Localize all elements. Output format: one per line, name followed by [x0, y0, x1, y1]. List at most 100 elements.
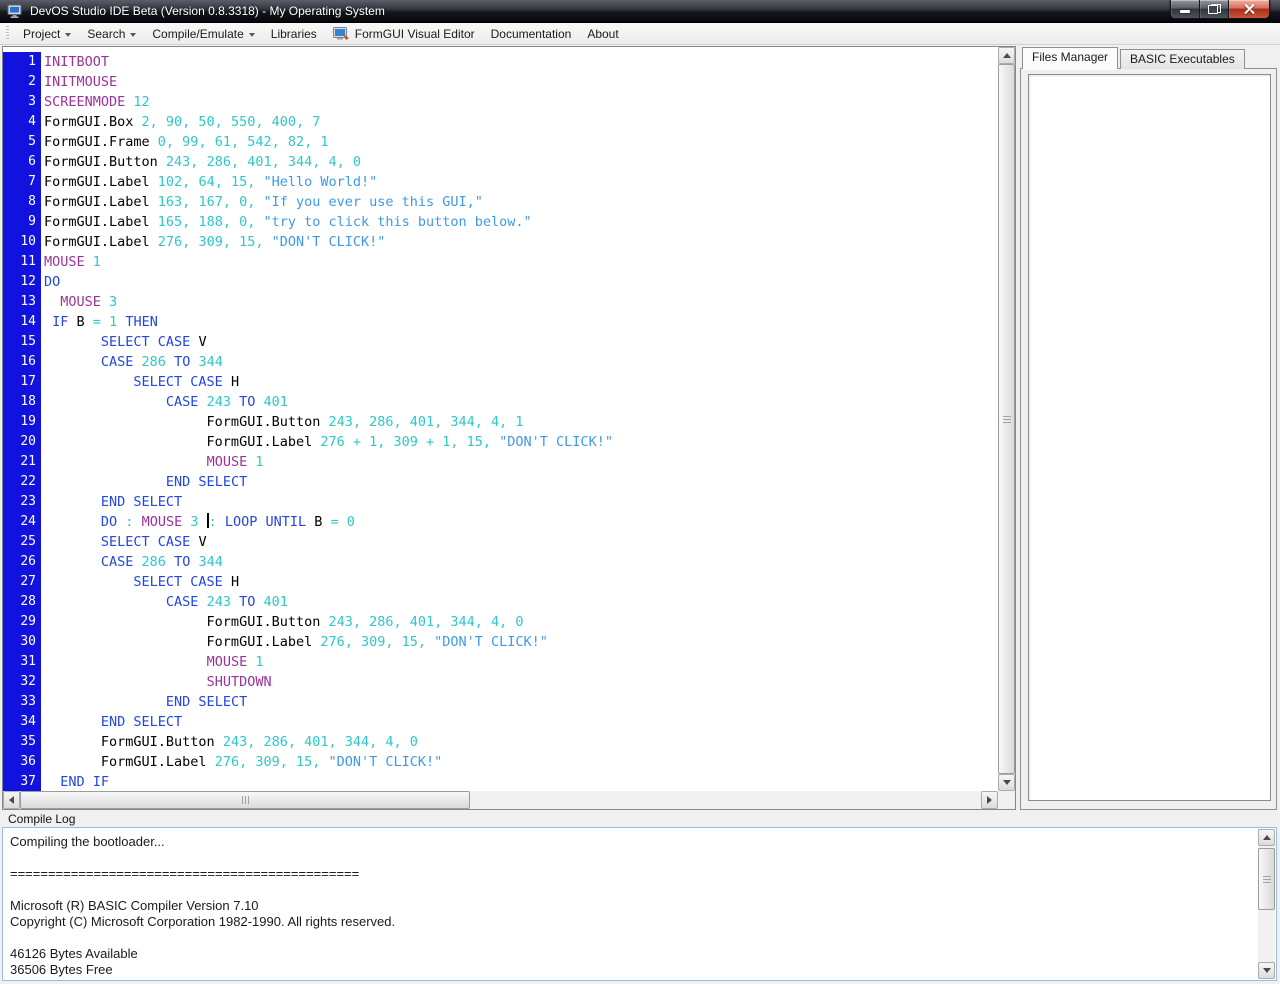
scroll-down-button[interactable]	[998, 774, 1015, 791]
scroll-left-button[interactable]	[3, 791, 20, 809]
code-text: FormGUI.Button 243, 286, 401, 344, 4, 0	[44, 734, 418, 750]
arrow-up-icon	[1262, 835, 1271, 840]
horizontal-scroll-thumb[interactable]	[20, 791, 470, 809]
code-line[interactable]: 11 MOUSE 1	[3, 252, 998, 272]
code-line[interactable]: 9 FormGUI.Label 165, 188, 0, "try to clic…	[3, 212, 998, 232]
code-line[interactable]: 35 FormGUI.Button 243, 286, 401, 344, 4,…	[3, 732, 998, 752]
line-number: 6	[3, 152, 41, 172]
tab-files-manager[interactable]: Files Manager	[1022, 47, 1119, 69]
menu-item-documentation[interactable]: Documentation	[483, 23, 580, 45]
compile-log-text: Compiling the bootloader... ============…	[10, 834, 396, 977]
files-manager-panel	[1020, 68, 1277, 810]
code-text: DO	[44, 274, 61, 290]
thumb-grip	[1262, 875, 1271, 877]
code-line[interactable]: 7 FormGUI.Label 102, 64, 15, "Hello World…	[3, 172, 998, 192]
code-line[interactable]: 30 FormGUI.Label 276, 309, 15, "DON'T CL…	[3, 632, 998, 652]
arrow-up-icon	[1002, 53, 1011, 58]
menu-item-compile-emulate[interactable]: Compile/Emulate	[144, 23, 262, 45]
code-line[interactable]: 22 END SELECT	[3, 472, 998, 492]
code-line[interactable]: 29 FormGUI.Button 243, 286, 401, 344, 4,…	[3, 612, 998, 632]
line-number: 26	[3, 552, 41, 572]
log-vertical-scrollbar[interactable]	[1258, 829, 1275, 979]
files-listbox[interactable]	[1028, 74, 1271, 801]
code-editor: 1 INITBOOT 2 INITMOUSE 3 SCREENMODE 12 4 FormGU…	[2, 46, 1016, 810]
menu-item-formgui-visual-editor[interactable]: FormGUI Visual Editor	[325, 23, 483, 45]
editor-horizontal-scrollbar[interactable]	[3, 791, 998, 809]
line-number: 5	[3, 132, 41, 152]
window-title: DevOS Studio IDE Beta (Version 0.8.3318)…	[30, 4, 385, 18]
minimize-button[interactable]	[1170, 0, 1200, 19]
code-line[interactable]: 36 FormGUI.Label 276, 309, 15, "DON'T CL…	[3, 752, 998, 772]
code-line[interactable]: 37 END IF	[3, 772, 998, 791]
thumb-grip	[241, 796, 243, 804]
scroll-up-button[interactable]	[1258, 829, 1275, 846]
line-number: 3	[3, 92, 41, 112]
code-text: FormGUI.Box 2, 90, 50, 550, 400, 7	[44, 114, 321, 130]
code-line[interactable]: 33 END SELECT	[3, 692, 998, 712]
code-line[interactable]: 27 SELECT CASE H	[3, 572, 998, 592]
menu-item-label: Project	[23, 26, 61, 41]
vertical-scroll-thumb[interactable]	[1258, 848, 1275, 910]
menu-item-libraries[interactable]: Libraries	[263, 23, 325, 45]
menu-items: Project Search Compile/Emulate Libraries For…	[15, 23, 627, 45]
maximize-button[interactable]	[1200, 0, 1228, 19]
scroll-up-button[interactable]	[998, 47, 1015, 64]
code-text: SHUTDOWN	[206, 674, 272, 690]
scroll-down-button[interactable]	[1258, 962, 1275, 979]
code-line[interactable]: 23 END SELECT	[3, 492, 998, 512]
code-line[interactable]: 20 FormGUI.Label 276 + 1, 309 + 1, 15, "…	[3, 432, 998, 452]
code-line[interactable]: 31 MOUSE 1	[3, 652, 998, 672]
code-line[interactable]: 25 SELECT CASE V	[3, 532, 998, 552]
line-number: 7	[3, 172, 41, 192]
line-number: 17	[3, 372, 41, 392]
code-line[interactable]: 15 SELECT CASE V	[3, 332, 998, 352]
code-line[interactable]: 19 FormGUI.Button 243, 286, 401, 344, 4,…	[3, 412, 998, 432]
code-line[interactable]: 32 SHUTDOWN	[3, 672, 998, 692]
compile-log-label: Compile Log	[8, 812, 76, 826]
code-line[interactable]: 13 MOUSE 3	[3, 292, 998, 312]
code-line[interactable]: 16 CASE 286 TO 344	[3, 352, 998, 372]
vertical-scroll-thumb[interactable]	[998, 64, 1015, 774]
line-number: 27	[3, 572, 41, 592]
code-line[interactable]: 12 DO	[3, 272, 998, 292]
code-line[interactable]: 14 IF B = 1 THEN	[3, 312, 998, 332]
code-line[interactable]: 18 CASE 243 TO 401	[3, 392, 998, 412]
code-area[interactable]: 1 INITBOOT 2 INITMOUSE 3 SCREENMODE 12 4 FormGU…	[3, 47, 998, 791]
code-line[interactable]: 8 FormGUI.Label 163, 167, 0, "If you ever…	[3, 192, 998, 212]
line-number: 1	[3, 52, 41, 72]
code-line[interactable]: 6 FormGUI.Button 243, 286, 401, 344, 4, 0	[3, 152, 998, 172]
line-number: 36	[3, 752, 41, 772]
devos-studio-window: { "window": { "title": "DevOS Studio IDE…	[0, 0, 1280, 984]
code-text: END IF	[60, 774, 110, 790]
tab-basic-executables[interactable]: BASIC Executables	[1120, 49, 1245, 69]
code-line[interactable]: 17 SELECT CASE H	[3, 372, 998, 392]
code-line[interactable]: 24 DO : MOUSE 3 : LOOP UNTIL B = 0	[3, 512, 998, 532]
code-line[interactable]: 26 CASE 286 TO 344	[3, 552, 998, 572]
code-line[interactable]: 2 INITMOUSE	[3, 72, 998, 92]
code-line[interactable]: 5 FormGUI.Frame 0, 99, 61, 542, 82, 1	[3, 132, 998, 152]
compile-log-box[interactable]: Compiling the bootloader... ============…	[2, 827, 1277, 981]
menu-item-search[interactable]: Search	[79, 23, 144, 45]
code-line[interactable]: 4 FormGUI.Box 2, 90, 50, 550, 400, 7	[3, 112, 998, 132]
menu-item-project[interactable]: Project	[15, 23, 79, 45]
toolbar-grip[interactable]	[6, 26, 9, 41]
right-panel-tabs: Files Manager BASIC Executables	[1022, 47, 1245, 69]
code-line[interactable]: 10 FormGUI.Label 276, 309, 15, "DON'T CLI…	[3, 232, 998, 252]
chevron-down-icon	[130, 32, 137, 37]
code-line[interactable]: 1 INITBOOT	[3, 52, 998, 72]
close-button[interactable]	[1228, 0, 1270, 19]
menu-item-about[interactable]: About	[579, 23, 626, 45]
code-text: FormGUI.Label 163, 167, 0, "If you ever …	[44, 194, 483, 210]
code-text: END SELECT	[100, 494, 183, 510]
code-line[interactable]: 34 END SELECT	[3, 712, 998, 732]
code-text: FormGUI.Label 276, 309, 15, "DON'T CLICK…	[44, 754, 443, 770]
code-line[interactable]: 28 CASE 243 TO 401	[3, 592, 998, 612]
minimize-icon	[1180, 9, 1190, 13]
editor-vertical-scrollbar[interactable]	[998, 47, 1015, 791]
code-text: MOUSE 3	[60, 294, 118, 310]
code-line[interactable]: 3 SCREENMODE 12	[3, 92, 998, 112]
scroll-right-button[interactable]	[981, 791, 998, 809]
arrow-right-icon	[987, 796, 992, 804]
title-bar[interactable]: DevOS Studio IDE Beta (Version 0.8.3318)…	[0, 0, 1280, 23]
code-line[interactable]: 21 MOUSE 1	[3, 452, 998, 472]
